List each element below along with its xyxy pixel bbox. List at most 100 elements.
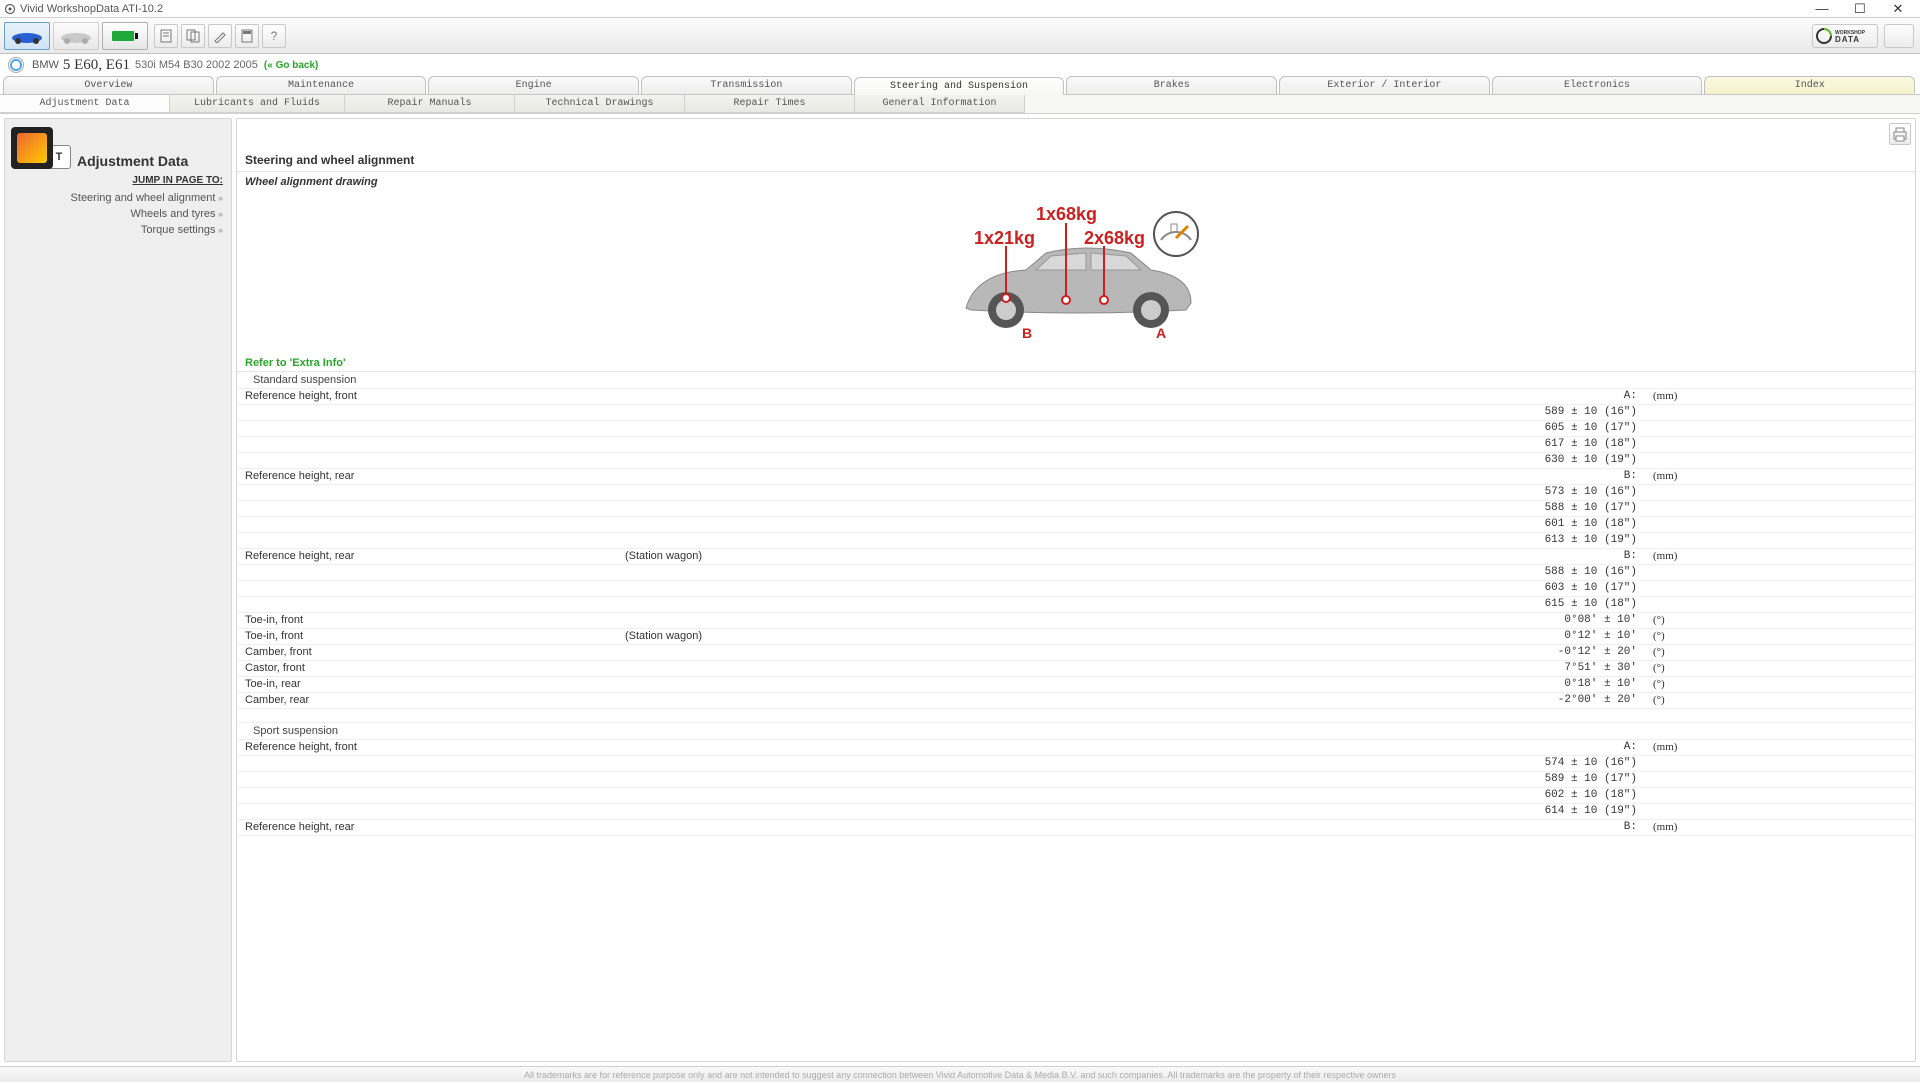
subtab-repair-times[interactable]: Repair Times	[685, 95, 855, 113]
subtab-repair-manuals[interactable]: Repair Manuals	[345, 95, 515, 113]
param-unit: (°)	[1645, 629, 1915, 644]
param-value: 630 ± 10 (19")	[887, 453, 1645, 468]
data-row: 602 ± 10 (18")	[237, 788, 1915, 804]
toolbar: ? WORKSHOPDATA	[0, 18, 1920, 54]
toolbar-vehicle-button[interactable]	[4, 22, 50, 50]
data-row: 574 ± 10 (16")	[237, 756, 1915, 772]
tab-brakes[interactable]: Brakes	[1066, 76, 1277, 94]
param-label: Toe-in, front	[237, 613, 617, 628]
data-row: Toe-in, front 0°08' ± 10'(°)	[237, 613, 1915, 629]
extra-info-link[interactable]: Refer to 'Extra Info'	[237, 355, 1915, 372]
maximize-button[interactable]: ☐	[1848, 1, 1872, 17]
toolbar-tool-3[interactable]	[208, 24, 232, 48]
wheel-alignment-diagram: 1x21kg 1x68kg 2x68kg B A	[237, 192, 1915, 355]
param-note: (Station wagon)	[617, 629, 887, 644]
jump-link[interactable]: Torque settings	[5, 222, 231, 238]
pencil-icon	[213, 29, 227, 43]
tab-exterior-interior[interactable]: Exterior / Interior	[1279, 76, 1490, 94]
param-value: A:	[887, 389, 1645, 404]
content-heading: Steering and wheel alignment	[237, 149, 1915, 172]
app-icon	[4, 3, 16, 15]
doc-icon	[159, 29, 173, 43]
param-unit: (mm)	[1645, 820, 1915, 835]
data-row: 605 ± 10 (17")	[237, 421, 1915, 437]
toolbar-tool-2[interactable]	[181, 24, 205, 48]
param-value: B:	[887, 820, 1645, 835]
data-row: Castor, front7°51' ± 30'(°)	[237, 661, 1915, 677]
tab-maintenance[interactable]: Maintenance	[216, 76, 427, 94]
param-unit: (mm)	[1645, 469, 1915, 484]
param-value: 615 ± 10 (18")	[887, 597, 1645, 612]
param-value: 573 ± 10 (16")	[887, 485, 1645, 500]
car-icon	[10, 28, 44, 44]
sub-tabs: Adjustment DataLubricants and FluidsRepa…	[0, 95, 1920, 114]
toolbar-battery-button[interactable]	[102, 22, 148, 50]
tab-electronics[interactable]: Electronics	[1492, 76, 1703, 94]
data-row: Toe-in, rear 0°18' ± 10'(°)	[237, 677, 1915, 693]
param-unit: (°)	[1645, 693, 1915, 708]
close-button[interactable]: ✕	[1886, 1, 1910, 17]
subtab-general-information[interactable]: General Information	[855, 95, 1025, 113]
subtab-lubricants-and-fluids[interactable]: Lubricants and Fluids	[170, 95, 345, 113]
workspace: T Adjustment Data JUMP IN PAGE TO: Steer…	[0, 114, 1920, 1066]
data-row: Reference height, rearB:(mm)	[237, 469, 1915, 485]
diagram-axle-a: A	[1156, 325, 1166, 341]
data-row: 589 ± 10 (17")	[237, 772, 1915, 788]
param-value: 601 ± 10 (18")	[887, 517, 1645, 532]
adjustment-icon	[11, 127, 53, 169]
toolbar-tool-4[interactable]	[235, 24, 259, 48]
param-note	[617, 469, 887, 484]
data-row: Reference height, rear B:(mm)	[237, 820, 1915, 836]
data-row: 613 ± 10 (19")	[237, 533, 1915, 549]
param-label: Toe-in, rear	[237, 677, 617, 692]
param-label: Reference height, rear	[237, 549, 617, 564]
tab-index[interactable]: Index	[1704, 76, 1915, 94]
param-unit: (mm)	[1645, 740, 1915, 755]
sidebar: T Adjustment Data JUMP IN PAGE TO: Steer…	[4, 118, 232, 1062]
data-row: 588 ± 10 (16")	[237, 565, 1915, 581]
param-value: -2°00' ± 20'	[887, 693, 1645, 708]
param-value: 0°12' ± 10'	[887, 629, 1645, 644]
make-logo-icon	[8, 57, 24, 73]
toolbar-help-button[interactable]: ?	[262, 24, 286, 48]
param-label: Castor, front	[237, 661, 617, 676]
param-note	[617, 677, 887, 692]
toolbar-tool-1[interactable]	[154, 24, 178, 48]
make-label: BMW	[32, 59, 59, 71]
param-unit: (°)	[1645, 613, 1915, 628]
tab-engine[interactable]: Engine	[428, 76, 639, 94]
data-row: Reference height, frontA:(mm)	[237, 740, 1915, 756]
param-value: 0°08' ± 10'	[887, 613, 1645, 628]
tab-steering-and-suspension[interactable]: Steering and Suspension	[854, 77, 1065, 95]
param-value: 0°18' ± 10'	[887, 677, 1645, 692]
param-value: 7°51' ± 30'	[887, 661, 1645, 676]
param-value: 588 ± 10 (17")	[887, 501, 1645, 516]
subtab-technical-drawings[interactable]: Technical Drawings	[515, 95, 685, 113]
data-row: 630 ± 10 (19")	[237, 453, 1915, 469]
param-label: Toe-in, front	[237, 629, 617, 644]
sidebar-header: T Adjustment Data	[5, 119, 231, 171]
data-row: Reference height, rear(Station wagon)B:(…	[237, 549, 1915, 565]
subtab-adjustment-data[interactable]: Adjustment Data	[0, 95, 170, 113]
svg-text:DATA: DATA	[1835, 35, 1860, 44]
spacer-row	[237, 709, 1915, 723]
data-row: 614 ± 10 (19")	[237, 804, 1915, 820]
data-row: 617 ± 10 (18")	[237, 437, 1915, 453]
printer-icon	[1890, 124, 1910, 144]
param-value: 613 ± 10 (19")	[887, 533, 1645, 548]
content-scroll[interactable]: Steering and wheel alignment Wheel align…	[237, 119, 1915, 1061]
param-label: Reference height, rear	[237, 820, 617, 835]
tab-transmission[interactable]: Transmission	[641, 76, 852, 94]
tab-overview[interactable]: Overview	[3, 76, 214, 94]
toolbar-vehicle-alt-button[interactable]	[53, 22, 99, 50]
main-tabs: OverviewMaintenanceEngineTransmissionSte…	[0, 76, 1920, 95]
print-button[interactable]	[1889, 123, 1911, 145]
jump-link[interactable]: Steering and wheel alignment	[5, 190, 231, 206]
param-unit: (°)	[1645, 677, 1915, 692]
jump-link[interactable]: Wheels and tyres	[5, 206, 231, 222]
param-note: (Station wagon)	[617, 549, 887, 564]
go-back-link[interactable]: (« Go back)	[264, 60, 318, 71]
data-row: 589 ± 10 (16")	[237, 405, 1915, 421]
param-value: 589 ± 10 (17")	[887, 772, 1645, 787]
minimize-button[interactable]: —	[1810, 1, 1834, 17]
